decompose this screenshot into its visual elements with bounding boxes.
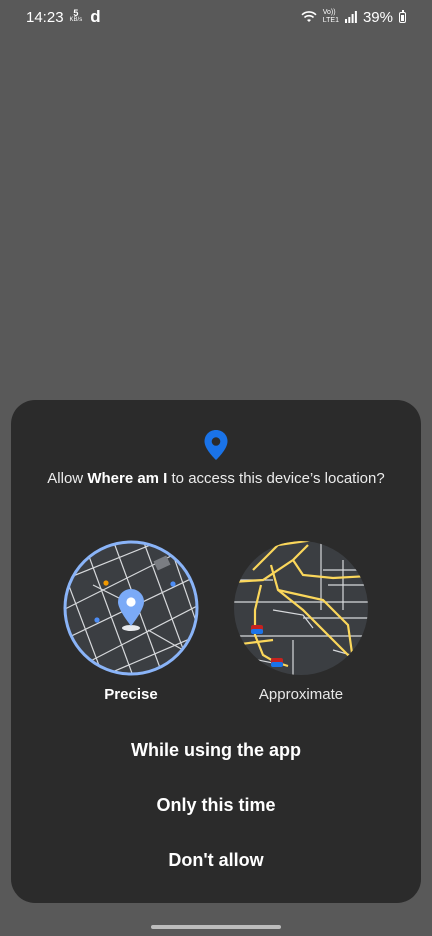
data-speed-value: 5 xyxy=(73,8,79,18)
carrier-icon: d xyxy=(90,7,101,26)
prompt-prefix: Allow xyxy=(47,470,88,487)
signal-icon xyxy=(344,11,357,23)
battery-percent: 39% xyxy=(362,8,393,26)
approximate-option[interactable]: Approximate xyxy=(231,540,371,703)
data-speed-indicator: 5 KB/s xyxy=(69,8,83,24)
precise-label: Precise xyxy=(104,686,158,703)
allow-while-using-button[interactable]: While using the app xyxy=(11,740,421,761)
precise-option[interactable]: Precise xyxy=(61,540,201,703)
app-name: Where am I xyxy=(87,470,168,487)
clock: 14:23 xyxy=(26,8,64,26)
approximate-label: Approximate xyxy=(258,686,344,703)
prompt-suffix: to access this device’s location? xyxy=(167,470,385,487)
status-left: 14:23 5 KB/s d xyxy=(26,7,101,27)
location-pin-icon xyxy=(204,430,228,460)
battery-icon xyxy=(399,9,406,23)
status-bar: 14:23 5 KB/s d Vo)) LTE1 39% xyxy=(0,0,432,34)
data-speed-unit: KB/s xyxy=(69,17,83,23)
approximate-map-icon xyxy=(234,541,368,675)
home-indicator[interactable] xyxy=(151,925,281,929)
allow-once-button[interactable]: Only this time xyxy=(11,795,421,816)
precise-map-icon xyxy=(63,540,199,676)
permission-dialog: Allow Where am I to access this device’s… xyxy=(11,400,421,903)
status-right: Vo)) LTE1 39% xyxy=(301,9,406,26)
volte-label: Vo)) xyxy=(322,9,336,16)
volte-indicator: Vo)) LTE1 xyxy=(323,9,339,25)
wifi-icon xyxy=(301,11,317,22)
permission-prompt: Allow Where am I to access this device’s… xyxy=(11,470,421,487)
lte-label: LTE1 xyxy=(322,17,339,24)
dont-allow-button[interactable]: Don't allow xyxy=(11,850,421,871)
